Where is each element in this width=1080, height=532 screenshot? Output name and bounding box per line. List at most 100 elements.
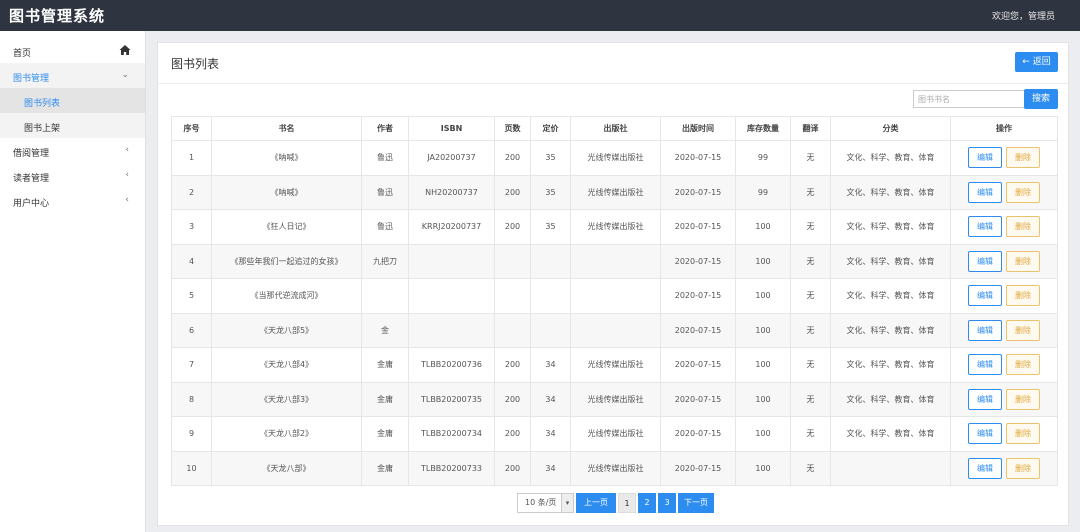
home-icon <box>119 45 131 55</box>
sidebar-item-user-center[interactable]: 用户中心 ‹ <box>0 188 145 213</box>
table-cell: 文化、科学、教育、体育 <box>830 278 951 314</box>
delete-button[interactable]: 删除 <box>1006 457 1040 479</box>
edit-button[interactable]: 编辑 <box>968 388 1002 410</box>
welcome-text[interactable]: 欢迎您，管理员 <box>992 9 1055 22</box>
table-cell: 《呐喊》 <box>211 140 362 176</box>
table-cell <box>361 278 409 314</box>
table-cell: 3 <box>171 209 212 245</box>
table-cell <box>494 312 531 348</box>
sidebar: 首页 图书管理 ⌄ 图书列表 图书上架 借阅管理 ‹ 读者管理 ‹ 用户中心 ‹ <box>0 31 146 532</box>
delete-button[interactable]: 删除 <box>1006 388 1040 410</box>
table-cell: 无 <box>790 209 831 245</box>
table-cell <box>570 278 661 314</box>
table-cell: 35 <box>530 209 571 245</box>
table-cell: 文化、科学、教育、体育 <box>830 312 951 348</box>
table-cell: 34 <box>530 381 571 417</box>
edit-button[interactable]: 编辑 <box>968 147 1002 169</box>
sidebar-item-label: 图书管理 <box>13 74 50 84</box>
table-cell: 100 <box>735 450 791 486</box>
search-input[interactable] <box>913 90 1026 108</box>
table-cell: 九把刀 <box>361 243 409 279</box>
column-header: 操作 <box>950 116 1058 141</box>
table-cell: 无 <box>790 312 831 348</box>
table-cell: 光线传媒出版社 <box>570 347 661 383</box>
table-cell: 35 <box>530 140 571 176</box>
sidebar-item-label: 首页 <box>13 49 32 59</box>
sidebar-item-borrow-management[interactable]: 借阅管理 ‹ <box>0 138 145 163</box>
actions-cell: 编辑 删除 <box>950 381 1058 417</box>
table-cell <box>530 278 571 314</box>
table-cell: 鲁迅 <box>361 140 409 176</box>
sidebar-item-book-shelve[interactable]: 图书上架 <box>0 113 145 138</box>
actions-cell: 编辑 删除 <box>950 209 1058 245</box>
pagination: 10 条/页 ▾ 上一页 1 2 3 下一页 <box>517 493 714 513</box>
table-cell: TLBB20200734 <box>408 416 495 452</box>
sidebar-item-book-management[interactable]: 图书管理 ⌄ <box>0 63 145 88</box>
column-header: 库存数量 <box>735 116 791 141</box>
edit-button[interactable]: 编辑 <box>968 354 1002 376</box>
edit-button[interactable]: 编辑 <box>968 457 1002 479</box>
table-cell: 2020-07-15 <box>660 450 736 486</box>
chevron-down-icon: ▾ <box>561 494 573 512</box>
sidebar-item-book-list[interactable]: 图书列表 <box>0 88 145 113</box>
actions-cell: 编辑 删除 <box>950 416 1058 452</box>
delete-button[interactable]: 删除 <box>1006 285 1040 307</box>
delete-button[interactable]: 删除 <box>1006 354 1040 376</box>
table-cell: 《狂人日记》 <box>211 209 362 245</box>
table-cell: 金庸 <box>361 416 409 452</box>
edit-button[interactable]: 编辑 <box>968 319 1002 341</box>
table-header-row: 序号 书名 作者 ISBN 页数 定价 出版社 出版时间 库存数量 翻译 分类 操作 <box>171 116 1058 141</box>
table-cell <box>408 312 495 348</box>
table-row: 6 《天龙八部5》金 2020-07-15 100 无文化、科学、教育、体育 编辑 删除 <box>171 312 1058 348</box>
table-cell: 2 <box>171 174 212 210</box>
table-cell: 200 <box>494 209 531 245</box>
delete-button[interactable]: 删除 <box>1006 319 1040 341</box>
delete-button[interactable]: 删除 <box>1006 147 1040 169</box>
sidebar-item-home[interactable]: 首页 <box>0 38 145 63</box>
back-button[interactable]: ← 返回 <box>1015 52 1058 72</box>
page-3-button[interactable]: 3 <box>658 493 676 513</box>
table-cell <box>494 278 531 314</box>
edit-button[interactable]: 编辑 <box>968 216 1002 238</box>
table-cell <box>830 450 951 486</box>
table-cell: 文化、科学、教育、体育 <box>830 416 951 452</box>
table-cell: 无 <box>790 278 831 314</box>
table-cell: 文化、科学、教育、体育 <box>830 209 951 245</box>
table-cell: 金庸 <box>361 381 409 417</box>
column-header: 分类 <box>830 116 951 141</box>
delete-button[interactable]: 删除 <box>1006 250 1040 272</box>
table-cell: 无 <box>790 347 831 383</box>
next-page-button[interactable]: 下一页 <box>678 493 714 513</box>
table-cell: 2020-07-15 <box>660 347 736 383</box>
page-1-button[interactable]: 1 <box>618 493 636 513</box>
table-cell <box>494 243 531 279</box>
table-cell: 200 <box>494 174 531 210</box>
table-cell: 35 <box>530 174 571 210</box>
table-cell: 7 <box>171 347 212 383</box>
sidebar-item-reader-management[interactable]: 读者管理 ‹ <box>0 163 145 188</box>
prev-page-button[interactable]: 上一页 <box>576 493 616 513</box>
edit-button[interactable]: 编辑 <box>968 423 1002 445</box>
table-cell: 200 <box>494 381 531 417</box>
sidebar-item-label: 用户中心 <box>13 199 50 209</box>
table-cell: TLBB20200736 <box>408 347 495 383</box>
edit-button[interactable]: 编辑 <box>968 285 1002 307</box>
table-cell: 光线传媒出版社 <box>570 174 661 210</box>
table-cell: 100 <box>735 347 791 383</box>
page-size-select[interactable]: 10 条/页 ▾ <box>517 493 574 513</box>
delete-button[interactable]: 删除 <box>1006 423 1040 445</box>
search-button[interactable]: 搜索 <box>1024 89 1058 109</box>
table-cell: 光线传媒出版社 <box>570 209 661 245</box>
table-cell: 100 <box>735 243 791 279</box>
column-header: 序号 <box>171 116 212 141</box>
edit-button[interactable]: 编辑 <box>968 181 1002 203</box>
table-cell: 2020-07-15 <box>660 381 736 417</box>
actions-cell: 编辑 删除 <box>950 450 1058 486</box>
top-bar: 图书管理系统 欢迎您，管理员 <box>0 0 1080 31</box>
delete-button[interactable]: 删除 <box>1006 181 1040 203</box>
actions-cell: 编辑 删除 <box>950 312 1058 348</box>
edit-button[interactable]: 编辑 <box>968 250 1002 272</box>
delete-button[interactable]: 删除 <box>1006 216 1040 238</box>
page-2-button[interactable]: 2 <box>638 493 656 513</box>
column-header: 翻译 <box>790 116 831 141</box>
